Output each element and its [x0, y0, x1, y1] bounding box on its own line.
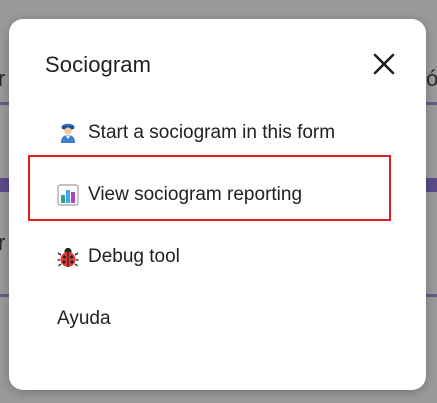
menu-item-label: Debug tool	[88, 246, 180, 267]
dialog-title: Sociogram	[45, 52, 152, 77]
menu-item-help[interactable]: Ayuda	[57, 303, 111, 335]
ladybug-icon	[57, 247, 79, 267]
close-button[interactable]	[368, 48, 400, 80]
menu-item-debug-tool[interactable]: Debug tool	[57, 241, 180, 273]
menu-item-label: Ayuda	[57, 308, 111, 329]
highlight-annotation	[28, 155, 391, 221]
sociogram-dialog: Sociogram Start a sociogram in this form…	[9, 19, 426, 390]
menu-item-start-sociogram[interactable]: Start a sociogram in this form	[57, 117, 335, 149]
menu-item-label: Start a sociogram in this form	[88, 122, 336, 143]
background-text-fragment: r	[0, 230, 6, 255]
person-icon	[61, 123, 75, 143]
close-icon	[373, 53, 395, 75]
background-text-fragment: ó	[426, 66, 437, 91]
background-text-fragment: r	[0, 66, 6, 91]
